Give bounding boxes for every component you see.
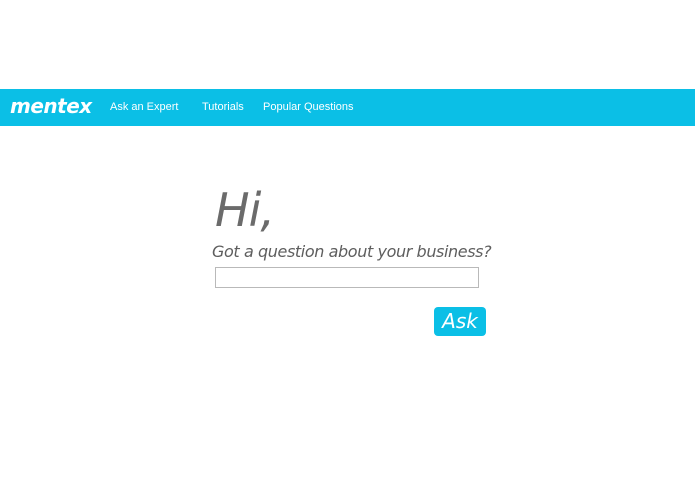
logo[interactable]: mentex (10, 92, 92, 120)
page: mentex Ask an Expert Tutorials Popular Q… (0, 0, 695, 494)
top-navbar: mentex Ask an Expert Tutorials Popular Q… (0, 89, 695, 126)
nav-tutorials[interactable]: Tutorials (202, 100, 244, 114)
question-input[interactable] (215, 267, 479, 288)
greeting-heading: Hi, (215, 183, 275, 237)
nav-popular-questions[interactable]: Popular Questions (263, 100, 354, 114)
question-prompt: Got a question about your business? (212, 242, 492, 261)
nav-ask-an-expert[interactable]: Ask an Expert (110, 100, 178, 114)
ask-button[interactable]: Ask (434, 307, 486, 336)
